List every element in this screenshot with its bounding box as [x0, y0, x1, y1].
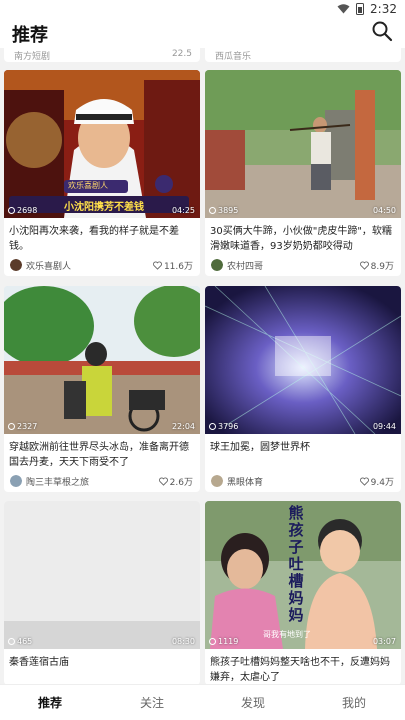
video-duration: 03:07	[372, 637, 396, 646]
avatar[interactable]	[10, 475, 22, 487]
play-count: 1119	[209, 637, 238, 646]
heart-icon	[152, 261, 162, 270]
wifi-icon	[337, 4, 350, 14]
search-icon[interactable]	[371, 20, 393, 42]
heart-icon	[359, 261, 369, 270]
video-title[interactable]: 小沈阳再次来袭，看我的样子就是不差钱。	[4, 218, 200, 254]
thumbnail-caption: 小沈阳携芳不差钱	[64, 202, 144, 213]
play-count: 2327	[8, 422, 37, 431]
video-card[interactable]: 欢乐喜剧人 小沈阳携芳不差钱 2698 04:25 小沈阳再次来袭，看我的样子就…	[4, 70, 200, 276]
video-title[interactable]: 熊孩子吐槽妈妈整天啥也不干，反遭妈妈嫌弃，太虐心了	[205, 649, 401, 684]
play-icon	[209, 638, 216, 645]
tab-me[interactable]: 我的	[324, 694, 384, 711]
video-thumbnail[interactable]: 欢乐喜剧人 小沈阳携芳不差钱 2698 04:25	[4, 70, 200, 218]
thumbnail-image	[4, 70, 200, 218]
previous-likes: 22.5	[171, 49, 192, 59]
card-footer: 陶三丰草根之旅 2.6万	[4, 470, 200, 492]
thumbnail-caption: 熊孩子吐槽妈妈	[288, 504, 304, 624]
page-title: 推荐	[12, 25, 48, 46]
tab-discover[interactable]: 发现	[223, 694, 283, 711]
play-icon	[8, 207, 15, 214]
video-card[interactable]: 465 08:30 秦香莲宿古庙	[4, 501, 200, 684]
clock: 2:32	[370, 2, 397, 16]
author-name[interactable]: 黑眼体育	[227, 475, 263, 488]
video-duration: 08:30	[171, 637, 195, 646]
show-tag: 欢乐喜剧人	[68, 181, 108, 190]
play-count: 465	[8, 637, 32, 646]
thumbnail-image	[4, 286, 200, 434]
like-count[interactable]: 11.6万	[152, 259, 193, 272]
previous-card-footer[interactable]: 南方短剧 22.5	[4, 48, 200, 62]
video-thumbnail[interactable]: 3895 04:50	[205, 70, 401, 218]
video-thumbnail[interactable]: 熊孩子吐槽妈妈 哥我有地到了 1119 03:07	[205, 501, 401, 649]
video-thumbnail[interactable]: 465 08:30	[4, 501, 200, 649]
like-count[interactable]: 8.9万	[359, 259, 394, 272]
status-icons: 2:32	[337, 2, 397, 16]
video-card[interactable]: 熊孩子吐槽妈妈 哥我有地到了 1119 03:07 熊孩子吐槽妈妈整天啥也不干，…	[205, 501, 401, 684]
like-count[interactable]: 2.6万	[158, 475, 193, 488]
status-bar: 2:32	[0, 0, 405, 18]
video-thumbnail[interactable]: 3796 09:44	[205, 286, 401, 434]
video-card[interactable]: 2327 22:04 穿越欧洲前往世界尽头冰岛，准备离开德国去丹麦，天天下雨受不…	[4, 286, 200, 492]
previous-card-footer[interactable]: 西瓜音乐	[205, 48, 401, 62]
tab-recommend[interactable]: 推荐	[20, 694, 80, 711]
like-count[interactable]: 9.4万	[359, 475, 394, 488]
play-icon	[209, 207, 216, 214]
play-count: 3895	[209, 206, 238, 215]
card-footer: 欢乐喜剧人 11.6万	[4, 254, 200, 276]
tab-follow[interactable]: 关注	[122, 694, 182, 711]
heart-icon	[158, 477, 168, 486]
video-title[interactable]: 30买俩大牛蹄，小伙做"虎皮牛蹄"，软糯滑嫩味道香，93岁奶奶都咬得动	[205, 218, 401, 254]
card-footer: 农村四哥 8.9万	[205, 254, 401, 276]
thumbnail-image	[205, 70, 401, 218]
author-name[interactable]: 陶三丰草根之旅	[26, 475, 89, 488]
video-thumbnail[interactable]: 2327 22:04	[4, 286, 200, 434]
author-name[interactable]: 农村四哥	[227, 259, 263, 272]
bottom-tab-bar: 推荐 关注 发现 我的	[0, 684, 405, 720]
video-title[interactable]: 穿越欧洲前往世界尽头冰岛，准备离开德国去丹麦，天天下雨受不了	[4, 434, 200, 470]
thumbnail-subtitle: 哥我有地到了	[263, 630, 311, 639]
heart-icon	[359, 477, 369, 486]
thumbnail-image	[205, 286, 401, 434]
avatar[interactable]	[211, 475, 223, 487]
thumbnail-image	[4, 501, 200, 649]
author-name[interactable]: 欢乐喜剧人	[26, 259, 71, 272]
avatar[interactable]	[211, 259, 223, 271]
avatar[interactable]	[10, 259, 22, 271]
video-duration: 09:44	[372, 422, 396, 431]
video-duration: 04:50	[372, 206, 396, 215]
play-icon	[8, 423, 15, 430]
previous-author: 南方短剧	[14, 52, 51, 62]
video-duration: 04:25	[171, 206, 195, 215]
video-card[interactable]: 3796 09:44 球王加冕，圆梦世界杯 黑眼体育 9.4万	[205, 286, 401, 492]
video-card[interactable]: 3895 04:50 30买俩大牛蹄，小伙做"虎皮牛蹄"，软糯滑嫩味道香，93岁…	[205, 70, 401, 276]
play-count: 2698	[8, 206, 37, 215]
card-footer: 黑眼体育 9.4万	[205, 470, 401, 492]
video-duration: 22:04	[171, 422, 195, 431]
play-icon	[8, 638, 15, 645]
play-icon	[209, 423, 216, 430]
video-title[interactable]: 秦香莲宿古庙	[4, 649, 200, 684]
video-title[interactable]: 球王加冕，圆梦世界杯	[205, 434, 401, 470]
battery-icon	[356, 3, 365, 15]
video-feed[interactable]: 南方短剧 22.5 西瓜音乐 欢乐喜剧人 小沈阳携芳不差钱 2698 04:25…	[0, 48, 405, 684]
play-count: 3796	[209, 422, 238, 431]
app-header: 推荐	[0, 18, 405, 48]
previous-author: 西瓜音乐	[215, 52, 252, 62]
